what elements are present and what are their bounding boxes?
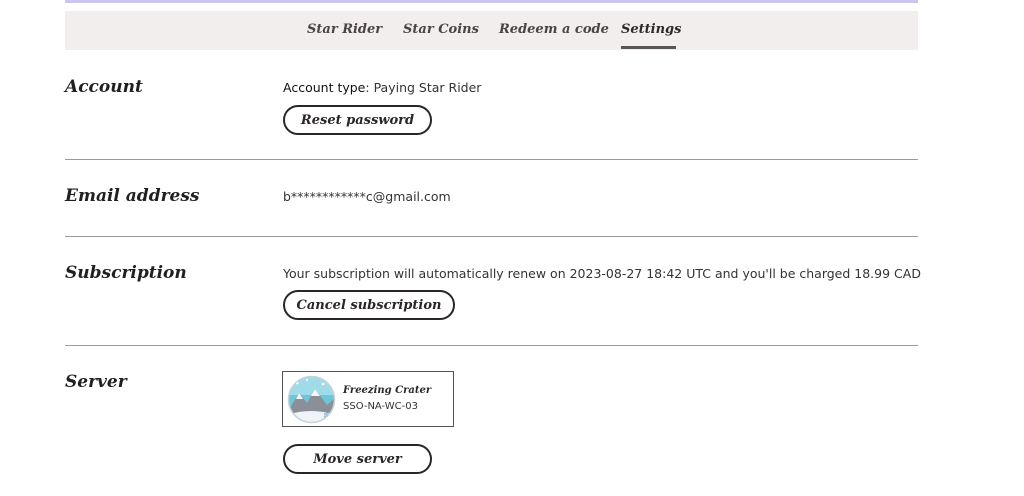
reset-password-button[interactable]: Reset password xyxy=(283,105,432,135)
section-divider xyxy=(65,345,918,346)
tab-settings[interactable]: Settings xyxy=(621,22,681,37)
account-type-line: Account type: Paying Star Rider xyxy=(283,80,481,95)
server-name: Freezing Crater xyxy=(343,385,432,396)
tab-star-rider[interactable]: Star Rider xyxy=(307,22,382,37)
account-type-value: Paying Star Rider xyxy=(373,80,482,95)
account-section-title: Account xyxy=(65,77,143,97)
section-divider xyxy=(65,236,918,237)
move-server-button[interactable]: Move server xyxy=(283,444,432,474)
active-tab-indicator xyxy=(621,46,676,49)
account-type-separator: : xyxy=(365,80,374,95)
settings-tab-bar: Star Rider Star Coins Redeem a code Sett… xyxy=(65,11,918,50)
freezing-crater-icon: ❄ xyxy=(287,375,336,424)
server-card: ❄ Freezing Crater SSO-NA-WC-03 xyxy=(282,371,454,427)
email-section-title: Email address xyxy=(65,186,200,206)
server-code: SSO-NA-WC-03 xyxy=(343,401,418,412)
server-section-title: Server xyxy=(65,372,127,392)
subscription-renewal-text: Your subscription will automatically ren… xyxy=(283,266,921,281)
top-accent-bar xyxy=(65,0,918,3)
tab-redeem-code[interactable]: Redeem a code xyxy=(499,22,609,37)
section-divider xyxy=(65,159,918,160)
tab-star-coins[interactable]: Star Coins xyxy=(403,22,479,37)
account-type-label: Account type xyxy=(283,80,366,95)
subscription-section-title: Subscription xyxy=(65,263,187,283)
email-value: b************c@gmail.com xyxy=(283,189,451,204)
cancel-subscription-button[interactable]: Cancel subscription xyxy=(283,290,455,320)
